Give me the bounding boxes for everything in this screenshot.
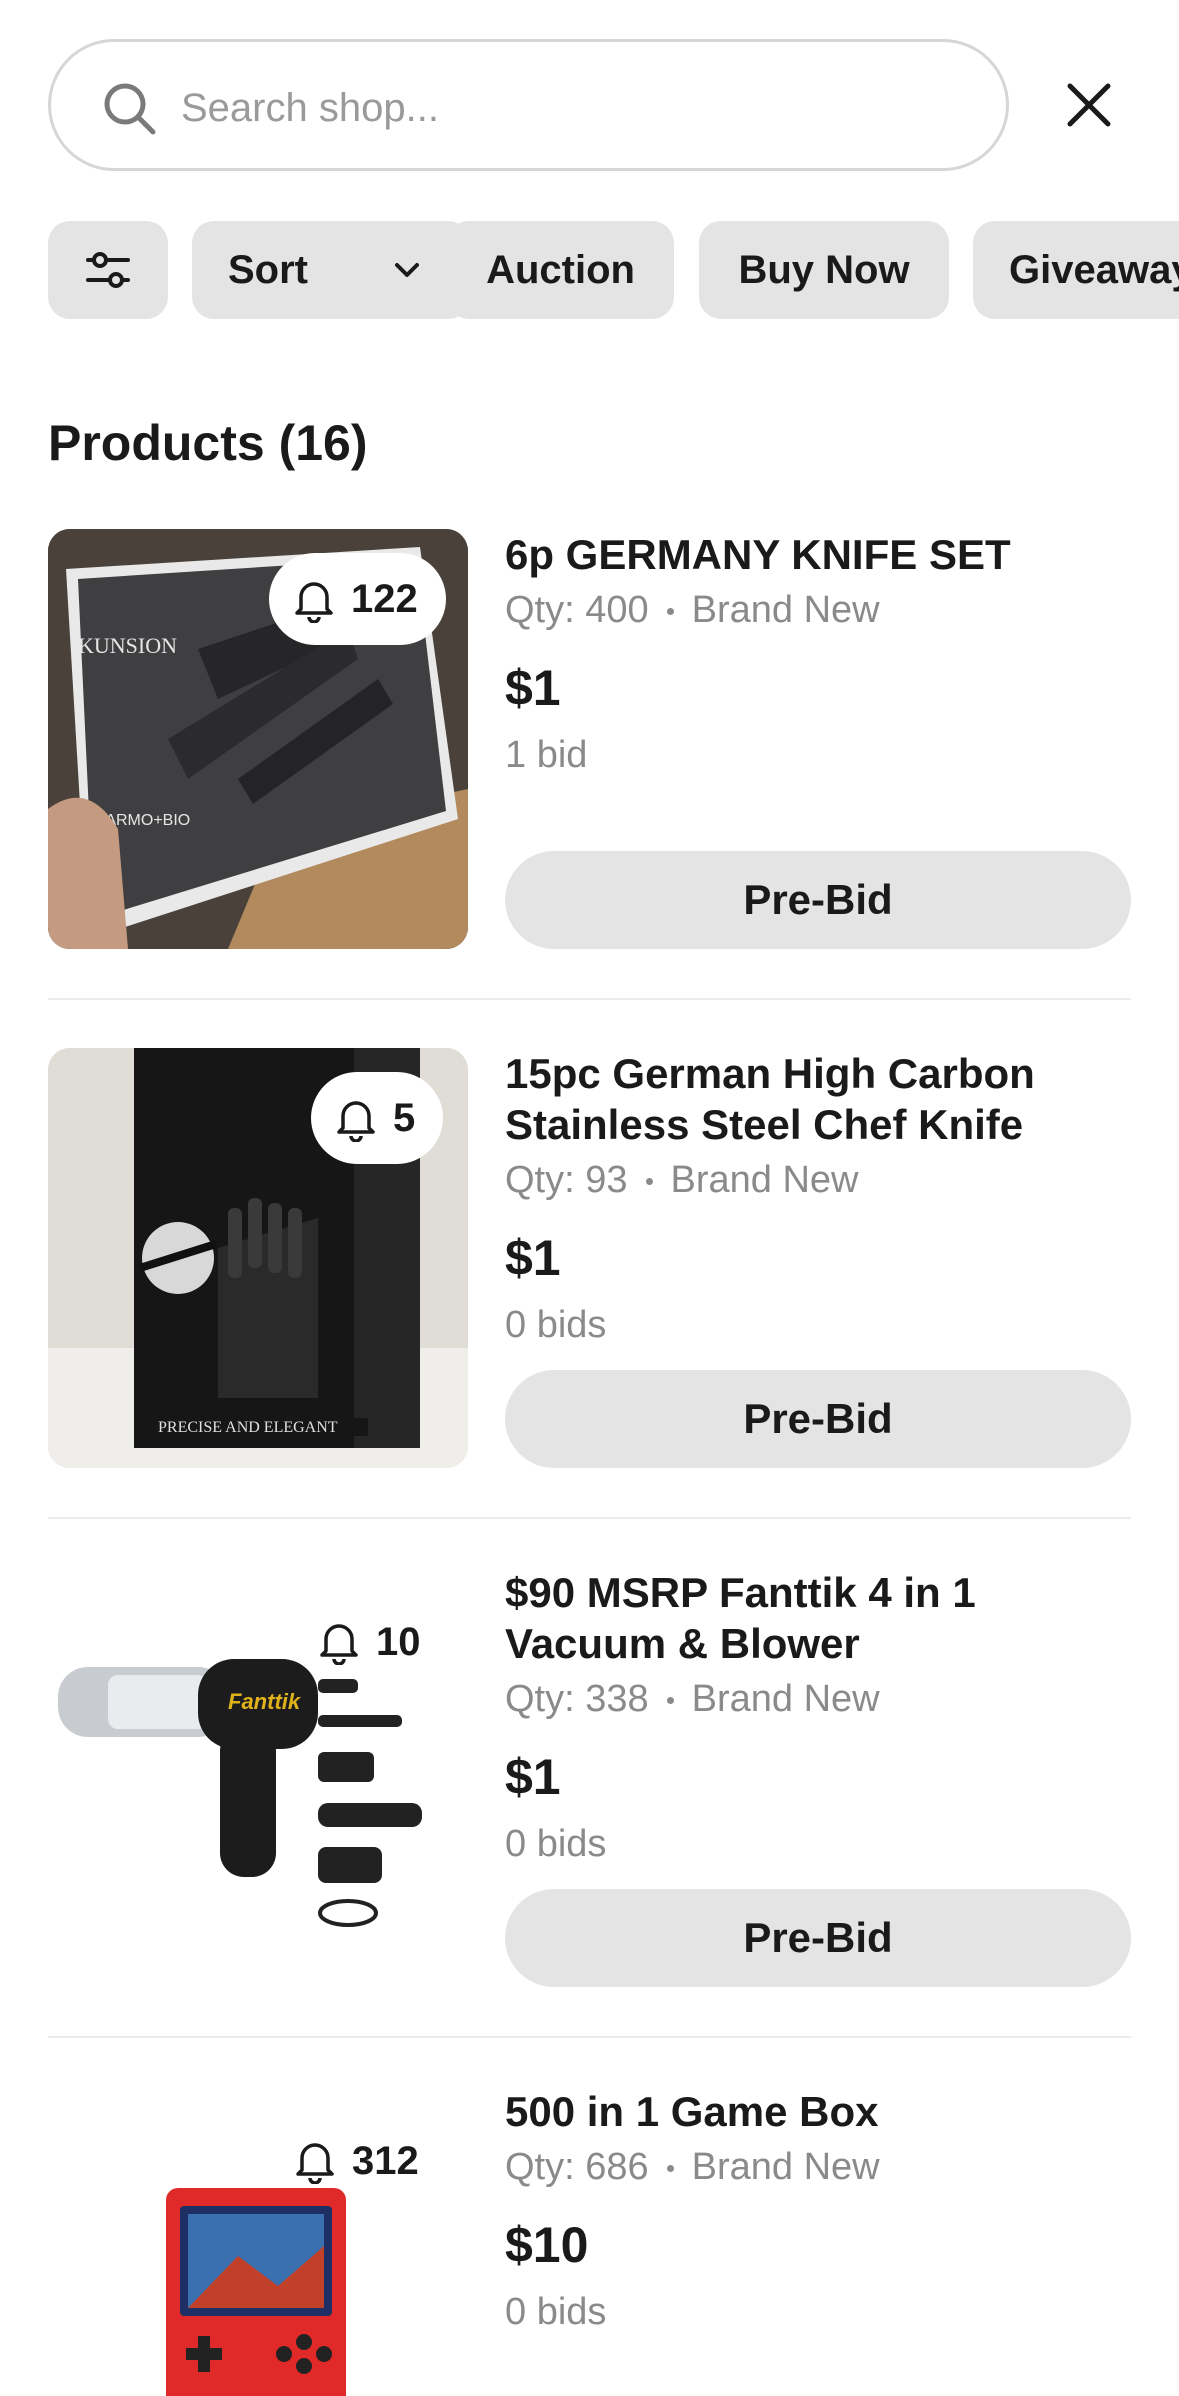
product-meta: Qty: 93 Brand New <box>505 1152 1131 1208</box>
buy-now-label: Buy Now <box>738 248 910 292</box>
filter-chips: Sort Auction Buy Now Giveaway <box>48 221 1179 321</box>
product-meta: Qty: 400 Brand New <box>505 582 1131 638</box>
divider <box>48 2036 1131 2038</box>
bell-icon <box>337 1101 375 1142</box>
product-qty: Qty: 686 <box>505 2146 649 2188</box>
product-bids: 1 bid <box>505 734 588 776</box>
separator-dot <box>645 1178 653 1186</box>
separator-dot <box>666 2165 674 2173</box>
product-price: $1 <box>505 1230 561 1286</box>
product-card[interactable]: KUNSION MARMO+BIO 122 6p GERMANY KNIFE S… <box>48 529 1131 949</box>
watchers-badge[interactable]: 122 <box>269 553 446 645</box>
filter-icon <box>86 252 130 288</box>
search-box[interactable] <box>48 39 1009 171</box>
sort-label: Sort <box>228 248 308 292</box>
box-slogan-text: PRECISE AND ELEGANT <box>158 1419 338 1436</box>
watchers-count: 122 <box>351 577 418 621</box>
divider <box>48 1517 1131 1519</box>
sort-chip[interactable]: Sort <box>192 221 470 319</box>
auction-label: Auction <box>486 248 635 292</box>
bell-icon <box>320 1624 358 1665</box>
pre-bid-button[interactable]: Pre-Bid <box>505 1370 1131 1468</box>
product-title: 15pc German High Carbon Stainless Steel … <box>505 1050 1035 1148</box>
product-bids: 0 bids <box>505 2291 607 2333</box>
watchers-badge[interactable]: 312 <box>292 2126 442 2196</box>
product-info: 500 in 1 Game Box Qty: 686 Brand New $10 … <box>505 2086 1131 2337</box>
filter-button[interactable] <box>48 221 168 319</box>
bell-icon <box>296 2143 334 2184</box>
product-card[interactable]: 312 500 in 1 Game Box Qty: 686 Brand New … <box>48 2086 1131 2396</box>
search-icon <box>104 83 156 135</box>
watchers-count: 312 <box>352 2139 419 2183</box>
product-info: $90 MSRP Fanttik 4 in 1 Vacuum & Blower … <box>505 1567 1131 1987</box>
product-image[interactable]: Fanttik 10 <box>48 1567 468 1987</box>
close-icon[interactable] <box>1056 72 1122 138</box>
search-row <box>48 39 1123 175</box>
watchers-count: 10 <box>376 1620 421 1664</box>
product-price: $10 <box>505 2217 589 2273</box>
search-input[interactable] <box>181 68 961 148</box>
product-qty: Qty: 400 <box>505 589 649 631</box>
pre-bid-button[interactable]: Pre-Bid <box>505 851 1131 949</box>
product-info: 15pc German High Carbon Stainless Steel … <box>505 1048 1131 1468</box>
product-price: $1 <box>505 660 561 716</box>
product-image[interactable]: KUNSION MARMO+BIO 122 <box>48 529 468 949</box>
product-card[interactable]: Fanttik 10 $90 MSRP Fanttik 4 in 1 Vacuu… <box>48 1567 1131 1987</box>
separator-dot <box>666 1697 674 1705</box>
watchers-count: 5 <box>393 1096 416 1140</box>
product-meta: Qty: 686 Brand New <box>505 2139 1131 2195</box>
product-card[interactable]: PRECISE AND ELEGANT 5 15pc German High C… <box>48 1048 1131 1468</box>
product-meta: Qty: 338 Brand New <box>505 1671 1131 1727</box>
product-title: 500 in 1 Game Box <box>505 2088 879 2135</box>
knife-brand-text: KUNSION <box>78 633 177 658</box>
vacuum-brand-text: Fanttik <box>228 1689 302 1714</box>
watchers-badge[interactable]: 10 <box>316 1607 436 1677</box>
product-condition: Brand New <box>691 1678 880 1720</box>
product-title: 6p GERMANY KNIFE SET <box>505 531 1011 578</box>
product-condition: Brand New <box>670 1159 859 1201</box>
buy-now-chip[interactable]: Buy Now <box>699 221 949 319</box>
product-image[interactable]: 312 <box>48 2086 468 2396</box>
product-image[interactable]: PRECISE AND ELEGANT 5 <box>48 1048 468 1468</box>
chevron-down-icon <box>395 263 419 277</box>
pre-bid-button[interactable]: Pre-Bid <box>505 1889 1131 1987</box>
product-info: 6p GERMANY KNIFE SET Qty: 400 Brand New $… <box>505 529 1131 949</box>
bell-icon <box>295 582 333 623</box>
product-qty: Qty: 93 <box>505 1159 628 1201</box>
product-qty: Qty: 338 <box>505 1678 649 1720</box>
product-title: $90 MSRP Fanttik 4 in 1 Vacuum & Blower <box>505 1569 976 1667</box>
giveaway-label: Giveaway <box>1009 248 1179 292</box>
product-condition: Brand New <box>691 2146 880 2188</box>
separator-dot <box>666 608 674 616</box>
divider <box>48 998 1131 1000</box>
auction-chip[interactable]: Auction <box>447 221 674 319</box>
product-bids: 0 bids <box>505 1823 607 1865</box>
giveaway-chip[interactable]: Giveaway <box>973 221 1179 319</box>
product-price: $1 <box>505 1749 561 1805</box>
product-bids: 0 bids <box>505 1304 607 1346</box>
product-condition: Brand New <box>691 589 880 631</box>
watchers-badge[interactable]: 5 <box>311 1072 443 1164</box>
products-heading: Products (16) <box>48 415 368 471</box>
